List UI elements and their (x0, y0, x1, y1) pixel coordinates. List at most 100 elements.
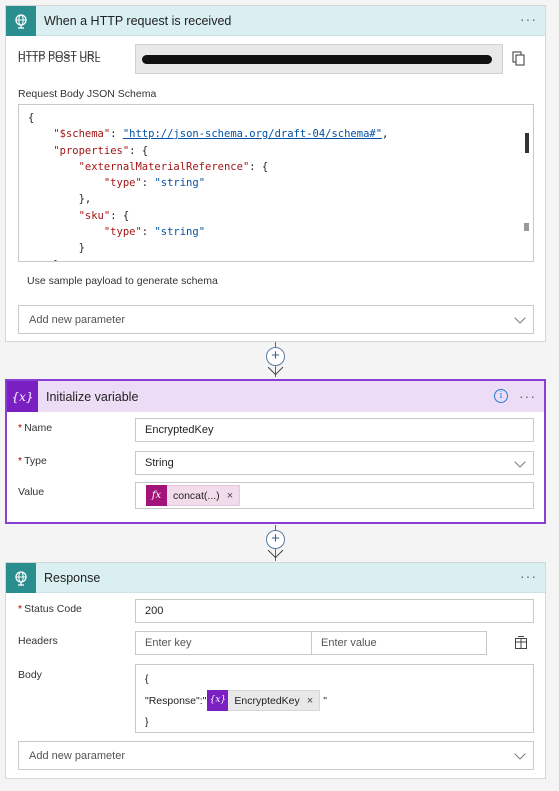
variable-token-label: EncryptedKey (234, 694, 300, 707)
schema-token: } (28, 259, 59, 261)
schema-token (28, 128, 53, 140)
chevron-down-icon (514, 456, 526, 468)
schema-scrollbar-thumb[interactable] (524, 223, 529, 231)
variable-name-input[interactable]: EncryptedKey (135, 418, 534, 442)
schema-code-line: "$schema": "http://json-schema.org/draft… (28, 126, 388, 142)
schema-token: "type" (103, 226, 142, 239)
schema-token (28, 177, 104, 189)
status-code-value: 200 (145, 605, 164, 617)
variable-icon: {x} (207, 689, 229, 711)
schema-token: "sku" (78, 209, 111, 222)
schema-code-line: } (28, 257, 388, 261)
schema-token: "externalMaterialReference" (78, 160, 250, 173)
schema-token (28, 226, 104, 238)
card-title: Initialize variable (46, 389, 139, 404)
schema-code-line: "properties": { (28, 143, 388, 159)
response-header[interactable]: Response ··· (6, 562, 545, 593)
name-label-text: Name (24, 422, 53, 434)
schema-token: { (28, 112, 35, 124)
chevron-down-icon (514, 748, 526, 760)
initialize-variable-header[interactable]: {x} Initialize variable i ··· (7, 381, 544, 412)
schema-code: { "$schema": "http://json-schema.org/dra… (28, 110, 388, 261)
schema-scrollbar[interactable] (525, 133, 529, 153)
body-suffix: " (323, 694, 327, 707)
copy-url-icon[interactable] (512, 51, 526, 67)
schema-code-line: "externalMaterialReference": { (28, 159, 388, 175)
variable-type-dropdown[interactable]: String (135, 451, 534, 475)
redacted-url-bar (142, 55, 492, 64)
schema-token: : (110, 128, 123, 141)
add-parameter-dropdown[interactable]: Add new parameter (18, 741, 534, 770)
schema-token: : { (110, 209, 130, 222)
schema-token: , (382, 128, 389, 141)
type-label-text: Type (24, 455, 47, 467)
schema-code-line: "sku": { (28, 208, 388, 224)
status-code-label-text: Status Code (24, 603, 82, 615)
more-options-icon[interactable]: ··· (520, 569, 537, 583)
body-close-brace: } (145, 716, 149, 728)
schema-token: : (141, 177, 155, 190)
header-value-input[interactable]: Enter value (311, 631, 487, 655)
schema-token: }, (28, 193, 92, 206)
schema-token: : (141, 226, 155, 239)
schema-token (28, 161, 79, 173)
schema-token: "http://json-schema.org/draft-04/schema#… (122, 128, 383, 141)
schema-token: "properties" (53, 144, 130, 157)
status-code-label: * Status Code (18, 603, 82, 615)
http-globe-icon (6, 5, 36, 36)
add-parameter-label: Add new parameter (29, 314, 125, 326)
schema-editor[interactable]: { "$schema": "http://json-schema.org/dra… (18, 104, 534, 262)
schema-token: "type" (103, 177, 142, 190)
info-icon[interactable]: i (494, 389, 508, 403)
chevron-down-icon (514, 312, 526, 324)
body-open-brace: { (145, 673, 149, 685)
variable-icon: {x} (7, 381, 38, 412)
body-line: "Response":" {x} EncryptedKey × " (145, 689, 327, 711)
http-post-url-field[interactable] (135, 44, 503, 74)
http-globe-icon (6, 562, 36, 593)
add-parameter-dropdown[interactable]: Add new parameter (18, 305, 534, 334)
card-title: When a HTTP request is received (44, 13, 232, 28)
schema-code-line: { (28, 110, 388, 126)
schema-code-line: "type": "string" (28, 175, 388, 191)
schema-token: } (28, 242, 85, 255)
expression-token-label: concat(...) (173, 489, 220, 502)
card-title: Response (44, 570, 101, 585)
header-value-placeholder: Enter value (321, 637, 377, 649)
schema-token (28, 210, 79, 222)
variable-token[interactable]: {x} EncryptedKey × (207, 689, 321, 711)
remove-token-icon[interactable]: × (227, 490, 233, 502)
http-trigger-header[interactable]: When a HTTP request is received ··· (6, 5, 545, 36)
more-options-icon[interactable]: ··· (520, 12, 537, 26)
body-input[interactable]: { "Response":" {x} EncryptedKey × " } (135, 664, 534, 733)
value-label: Value (18, 486, 45, 498)
schema-code-line: }, (28, 191, 388, 207)
type-label: * Type (18, 455, 47, 467)
http-post-url-label: HTTP POST URL (18, 49, 101, 61)
table-mode-icon[interactable] (514, 636, 528, 650)
schema-token (28, 145, 53, 157)
schema-token: "$schema" (53, 128, 111, 141)
schema-token: : { (129, 144, 149, 157)
sample-payload-link[interactable]: Use sample payload to generate schema (27, 275, 218, 287)
function-icon: fx (146, 484, 167, 506)
schema-code-line: } (28, 240, 388, 256)
expression-token[interactable]: fx concat(...) × (146, 484, 241, 506)
variable-type-value: String (145, 457, 174, 469)
more-options-icon[interactable]: ··· (519, 389, 536, 403)
name-label: * Name (18, 422, 53, 434)
body-label: Body (18, 669, 42, 681)
variable-name-value: EncryptedKey (145, 424, 214, 436)
body-prefix: "Response":" (145, 694, 207, 707)
schema-token: "string" (154, 177, 206, 190)
header-key-input[interactable]: Enter key (135, 631, 312, 655)
schema-code-line: "type": "string" (28, 224, 388, 240)
add-parameter-label: Add new parameter (29, 750, 125, 762)
status-code-input[interactable]: 200 (135, 599, 534, 623)
schema-label: Request Body JSON Schema (18, 88, 157, 100)
schema-token: "string" (154, 226, 206, 239)
header-key-placeholder: Enter key (145, 637, 192, 649)
schema-token: : { (249, 160, 269, 173)
variable-value-input[interactable]: fx concat(...) × (135, 482, 534, 509)
remove-token-icon[interactable]: × (307, 695, 313, 707)
